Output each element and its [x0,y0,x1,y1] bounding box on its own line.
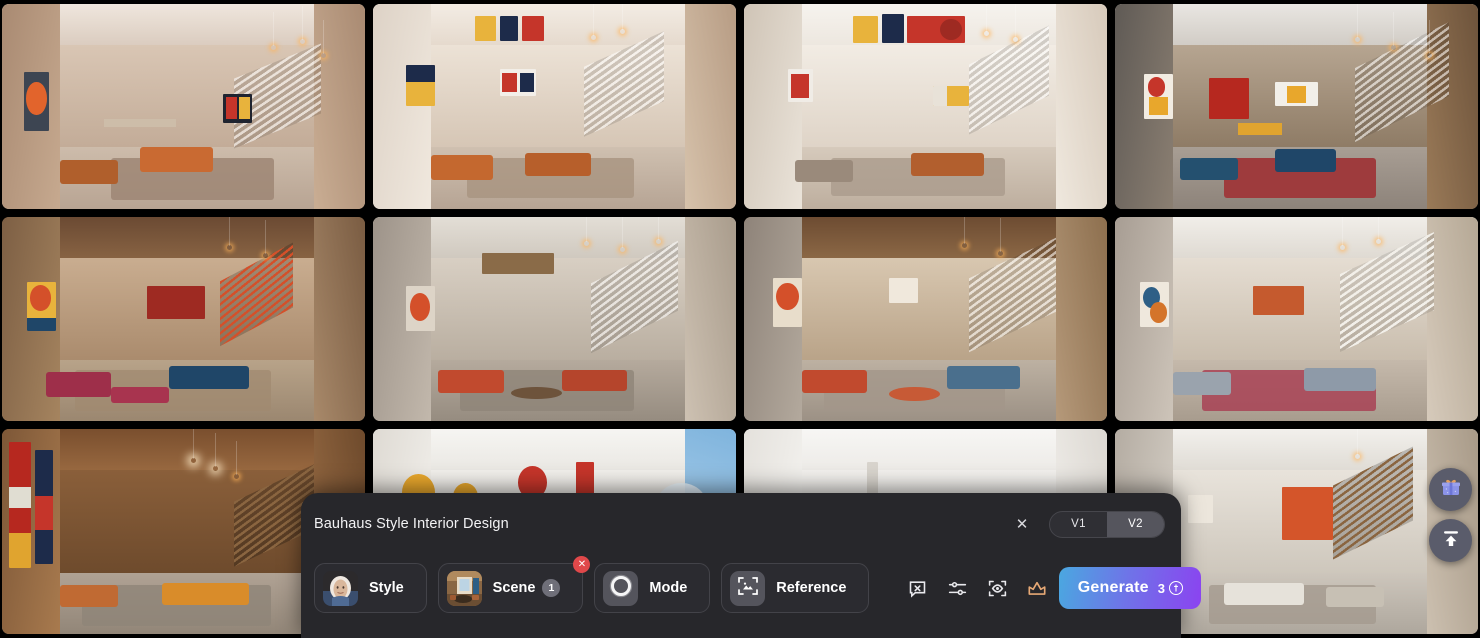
reference-chip-label: Reference [776,580,847,596]
gallery-item[interactable] [2,216,365,422]
reference-icon-container [730,570,766,606]
gallery-item[interactable] [1115,4,1478,209]
generated-image-2 [373,4,736,209]
generate-cost-value: 3 [1157,580,1165,596]
floating-action-buttons [1429,468,1472,562]
focus-eye-icon[interactable] [986,577,1008,599]
scene-remove-button[interactable]: ✕ [573,556,591,573]
panel-header: Bauhaus Style Interior Design ✕ V1 V2 [301,493,1181,555]
gallery-item[interactable] [373,216,736,422]
mode-chip-label: Mode [649,580,688,596]
generate-cost: 3 [1158,581,1183,596]
style-chip-label: Style [369,580,404,596]
generate-label: Generate [1077,579,1149,596]
mode-chip[interactable]: Mode [594,563,711,613]
generated-image-1 [2,4,365,209]
gallery-item[interactable] [744,216,1107,422]
credit-coin-icon [1168,581,1183,595]
scene-count-badge: 1 [542,579,561,597]
generation-control-panel: Bauhaus Style Interior Design ✕ V1 V2 St… [301,493,1202,638]
generated-image-5 [2,216,365,422]
reference-chip[interactable]: Reference [721,563,870,613]
panel-header-actions: ✕ V1 V2 [1011,510,1165,538]
version-option-v2[interactable]: V2 [1107,511,1164,537]
scene-chip-label: Scene [492,580,536,596]
gallery-item[interactable] [1115,216,1478,422]
close-panel-button[interactable]: ✕ [1011,513,1033,535]
gift-icon [1439,475,1463,504]
style-thumbnail [323,570,358,606]
generated-image-3 [744,4,1107,209]
generated-image-6 [373,216,736,422]
tool-icon-group [906,577,1048,599]
gallery-item[interactable] [373,4,736,209]
generated-image-8 [1115,216,1478,422]
scene-thumbnail [446,570,482,606]
prompt-title[interactable]: Bauhaus Style Interior Design [314,516,509,532]
image-frame-icon [736,574,760,603]
version-toggle: V1 V2 [1049,510,1165,538]
generate-button[interactable]: Generate 3 [1059,567,1202,609]
scene-chip[interactable]: Scene 1 ✕ [437,556,591,613]
generated-image-7 [744,216,1107,422]
settings-sliders-icon[interactable] [946,577,968,599]
glowing-ring-icon [608,573,634,604]
app-root: Bauhaus Style Interior Design ✕ V1 V2 St… [0,0,1480,638]
gift-rewards-button[interactable] [1429,468,1472,511]
control-chip-row: Style Scene 1 ✕ Mode Reference Generate … [301,555,1202,621]
no-prompt-bubble-icon[interactable] [906,577,928,599]
version-option-v1[interactable]: V1 [1050,512,1107,537]
generated-image-4 [1115,4,1478,209]
arrow-up-to-line-icon [1439,526,1463,555]
mode-icon-container [603,570,639,606]
style-chip[interactable]: Style [314,563,427,613]
crown-premium-icon[interactable] [1026,577,1048,599]
scroll-to-top-button[interactable] [1429,519,1472,562]
gallery-item[interactable] [744,4,1107,209]
gallery-item[interactable] [2,4,365,209]
